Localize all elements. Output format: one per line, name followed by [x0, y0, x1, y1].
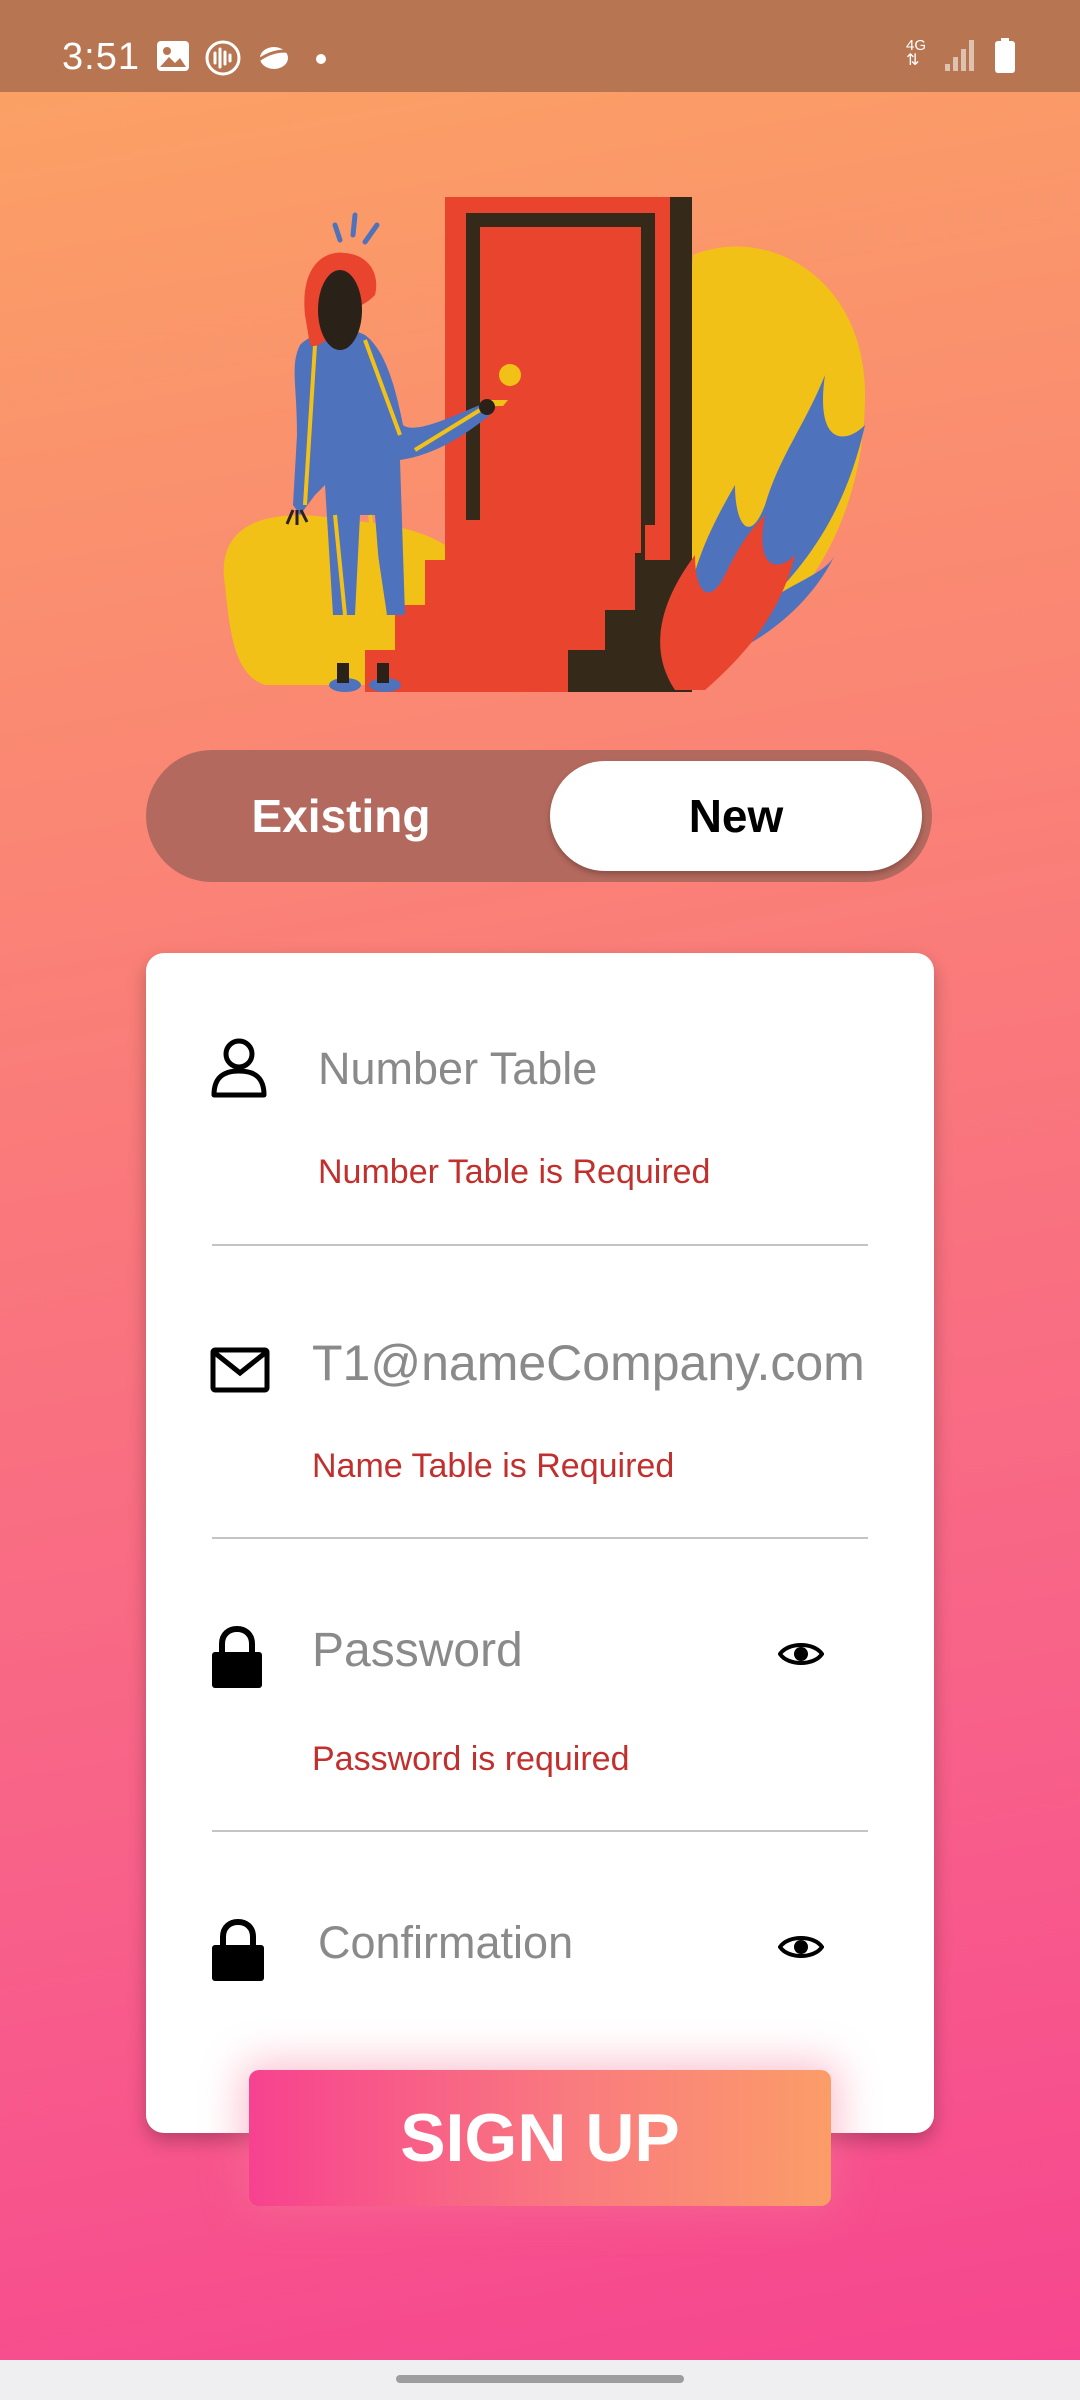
signal-icon: [945, 40, 974, 71]
signup-form-card: Number Table is Required Name Table is R…: [146, 953, 934, 2133]
confirmation-input[interactable]: [318, 1913, 758, 1973]
person-icon: [211, 1038, 267, 1098]
lock-icon: [212, 1919, 264, 1981]
new-tab[interactable]: New: [550, 761, 922, 871]
eye-icon[interactable]: [778, 1931, 824, 1963]
status-time: 3:51: [62, 36, 140, 78]
email-error: Name Table is Required: [312, 1447, 675, 1485]
audio-icon: [205, 40, 241, 76]
planet-icon: [255, 47, 293, 69]
password-error: Password is required: [312, 1740, 630, 1778]
status-bar: 3:51 4G ⇅: [0, 0, 1080, 92]
divider: [212, 1244, 868, 1246]
divider: [212, 1830, 868, 1832]
mail-icon: [210, 1347, 270, 1393]
auth-mode-toggle[interactable]: Existing New: [146, 750, 932, 882]
divider: [212, 1537, 868, 1539]
existing-tab[interactable]: Existing: [146, 750, 536, 882]
door-illustration: [223, 197, 865, 692]
dot-icon: [316, 54, 326, 64]
email-input[interactable]: [312, 1333, 912, 1393]
lock-icon: [212, 1626, 262, 1688]
network-4g-icon: 4G ⇅: [906, 37, 927, 69]
eye-icon[interactable]: [778, 1638, 824, 1670]
battery-icon: [995, 38, 1015, 73]
home-gesture-handle[interactable]: [396, 2375, 684, 2383]
number-table-input[interactable]: [318, 1041, 878, 1097]
number-table-error: Number Table is Required: [318, 1153, 711, 1191]
password-input[interactable]: [312, 1620, 752, 1680]
signup-button[interactable]: SIGN UP: [249, 2070, 831, 2206]
image-icon: [157, 41, 189, 71]
